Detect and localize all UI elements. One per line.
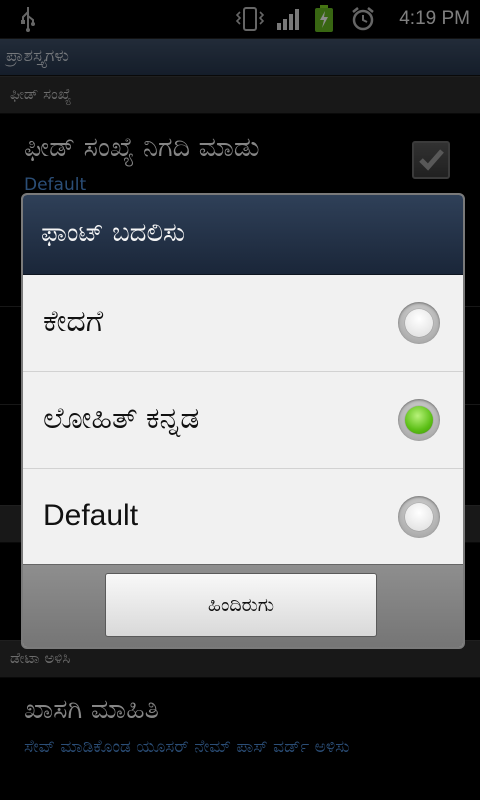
- font-select-dialog: ಫಾಂಟ್ ಬದಲಿಸು ಕೇದಗೆ ಲೋಹಿತ್ ಕನ್ನಡ Default …: [21, 193, 465, 649]
- dialog-title: ಫಾಂಟ್ ಬದಲಿಸು: [41, 218, 186, 248]
- font-option-default[interactable]: Default: [23, 469, 463, 565]
- option-label: Default: [43, 499, 139, 532]
- font-option-kedage[interactable]: ಕೇದಗೆ: [23, 275, 463, 372]
- font-option-lohit-kannada[interactable]: ಲೋಹಿತ್ ಕನ್ನಡ: [23, 372, 463, 469]
- cancel-button[interactable]: ಹಿಂದಿರುಗು: [105, 573, 377, 637]
- radio-button-selected[interactable]: [398, 399, 440, 441]
- radio-button[interactable]: [398, 302, 440, 344]
- option-label: ಕೇದಗೆ: [43, 305, 104, 338]
- radio-button[interactable]: [398, 496, 440, 538]
- dialog-header: ಫಾಂಟ್ ಬದಲಿಸು: [23, 195, 463, 275]
- dialog-button-bar: ಹಿಂದಿರುಗು: [23, 564, 463, 647]
- option-label: ಲೋಹಿತ್ ಕನ್ನಡ: [43, 402, 200, 435]
